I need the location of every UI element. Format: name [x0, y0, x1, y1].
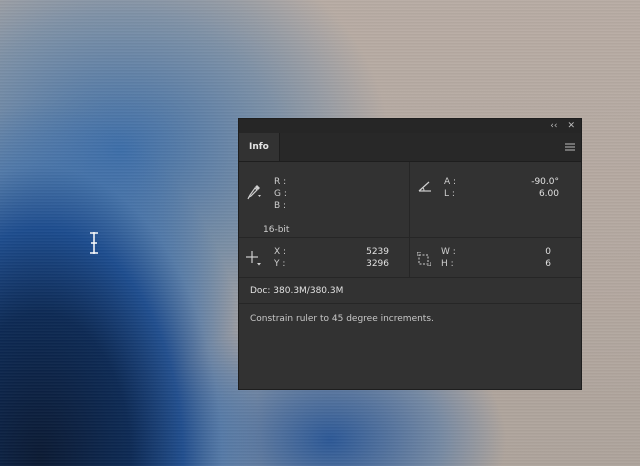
close-panel-button[interactable]: ✕	[567, 119, 575, 133]
r-label: R :	[274, 177, 287, 187]
angle-icon	[418, 181, 431, 192]
y-label: Y :	[274, 259, 286, 269]
angle-readout: A : -90.0° L : 6.00	[410, 162, 581, 238]
color-readout: R : G : B : 16-bit	[239, 162, 410, 238]
g-label: G :	[274, 189, 287, 199]
info-panel: ‹‹ ✕ Info R : G : B : 16-bit A: -90.0° …	[238, 118, 582, 390]
panel-tab-bar: Info	[239, 133, 581, 162]
collapse-panel-button[interactable]: ‹‹	[550, 119, 557, 133]
angle-a-value: -90.0°	[531, 177, 559, 187]
h-value: 6	[545, 259, 551, 269]
panel-title-bar[interactable]: ‹‹ ✕	[239, 119, 581, 133]
selection-size-icon	[417, 252, 431, 266]
tab-info-label: Info	[249, 142, 269, 152]
angle-l-label: L :	[444, 189, 455, 199]
w-value: 0	[545, 247, 551, 257]
doc-size-text: Doc: 380.3M/380.3M	[250, 285, 344, 296]
y-value: 3296	[366, 259, 389, 269]
b-label: B :	[274, 201, 287, 211]
eyedropper-icon[interactable]	[247, 184, 261, 200]
x-value: 5239	[366, 247, 389, 257]
position-readout: X : 5239 Y : 3296	[239, 238, 410, 278]
angle-l-value: 6.00	[538, 189, 559, 199]
angle-a-label: A :	[444, 177, 457, 187]
tab-info[interactable]: Info	[239, 133, 280, 161]
tool-hint-text: Constrain ruler to 45 degree increments.	[250, 314, 434, 324]
tool-hint: Constrain ruler to 45 degree increments.	[239, 304, 581, 334]
document-size-readout: Doc: 380.3M/380.3M	[239, 278, 581, 304]
size-readout: W : 0 H : 6	[410, 238, 581, 278]
h-label: H :	[441, 259, 454, 269]
panel-menu-icon[interactable]	[565, 143, 575, 151]
crosshair-icon[interactable]	[246, 251, 262, 267]
ruler-cursor-icon	[90, 232, 98, 254]
x-label: X :	[274, 247, 287, 257]
bit-depth-label: 16-bit	[263, 225, 290, 235]
w-label: W :	[441, 247, 456, 257]
